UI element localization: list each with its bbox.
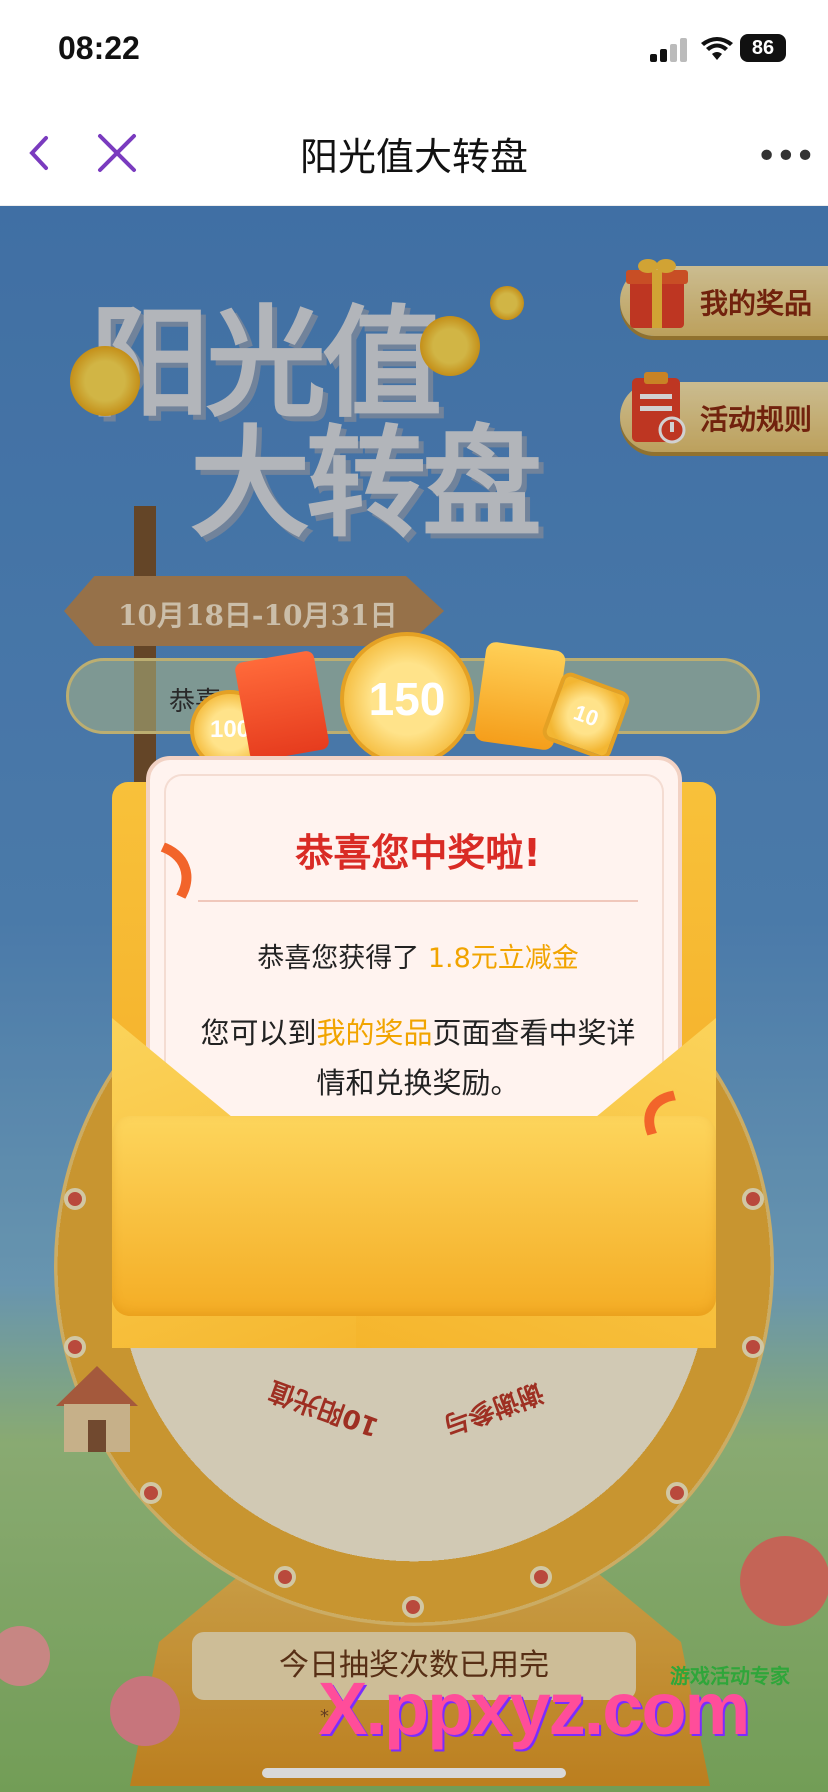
my-prizes-link[interactable]: 我的奖品	[316, 1016, 432, 1050]
status-time: 08:22	[58, 30, 140, 66]
status-bar: 08:22 86	[0, 0, 828, 100]
page-title: 阳光值大转盘	[299, 135, 528, 179]
dialog-title: 恭喜您中奖啦!	[295, 831, 541, 875]
detail-message-2: 情和兑换奖励。	[316, 1066, 520, 1100]
wifi-icon	[701, 37, 733, 60]
cellular-signal-icon	[650, 36, 690, 62]
envelope-front[interactable]	[112, 1116, 716, 1316]
red-packet-icon	[233, 649, 331, 763]
detail-suffix: 页面查看中奖详	[432, 1016, 636, 1050]
nav-bar: 阳光值大转盘 •••	[0, 100, 828, 206]
close-icon[interactable]	[92, 128, 142, 178]
watermark-badge: 游戏活动专家	[670, 1664, 790, 1688]
activity-page: 阳光值 大转盘 我的奖品 活动规则 10月18日-10月31日 恭喜 10阳光值…	[0, 206, 828, 1792]
prize-message: 恭喜您获得了 1.8元立减金	[150, 936, 686, 975]
detail-prefix: 您可以到	[200, 1016, 317, 1050]
coin-icon: 150	[340, 632, 474, 766]
detail-message: 您可以到我的奖品页面查看中奖详	[150, 1010, 686, 1052]
back-icon[interactable]	[16, 128, 66, 178]
battery-indicator: 86	[740, 34, 786, 62]
prize-value: 1.8元立减金	[427, 943, 579, 974]
home-indicator[interactable]	[262, 1768, 566, 1778]
dialog-divider	[198, 900, 638, 902]
prize-prefix: 恭喜您获得了	[257, 943, 428, 974]
more-icon[interactable]: •••	[756, 136, 816, 177]
